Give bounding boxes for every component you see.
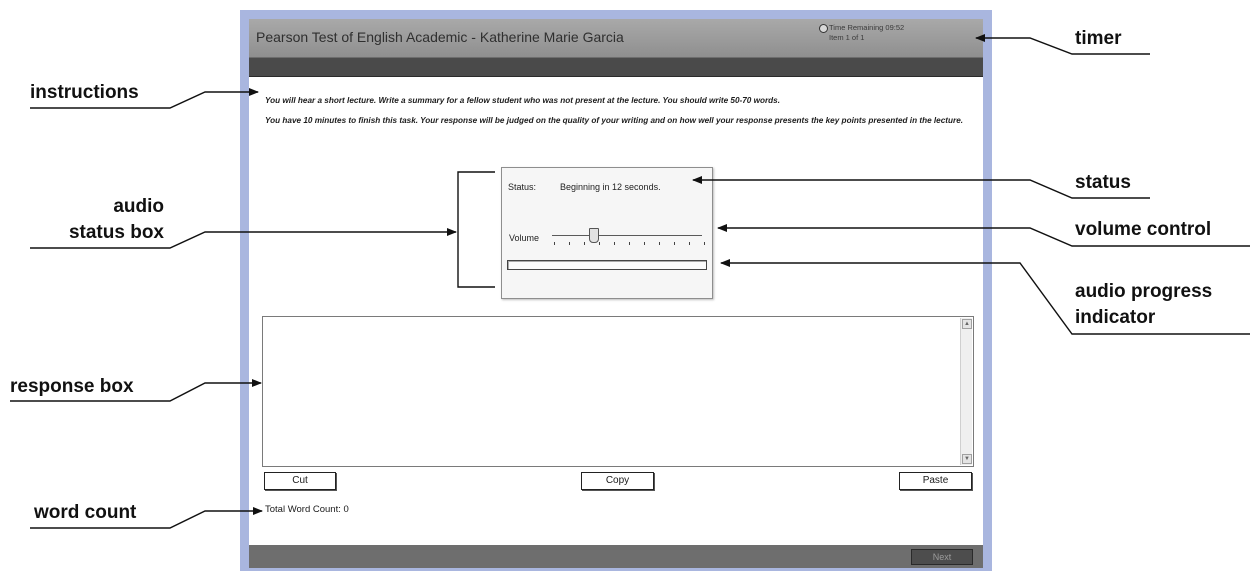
annotation-audio-progress-1: audio progress bbox=[1075, 281, 1213, 302]
annotation-word-count: word count bbox=[34, 502, 137, 523]
annotation-audio-status-box-2: status box bbox=[68, 222, 164, 243]
annotation-timer: timer bbox=[1075, 28, 1122, 49]
audio-status-bracket bbox=[457, 171, 495, 288]
annotation-status: status bbox=[1075, 172, 1131, 193]
annotation-volume-control: volume control bbox=[1075, 219, 1212, 240]
annotation-response-box: response box bbox=[10, 376, 134, 397]
timer-leader bbox=[975, 34, 1150, 55]
annotation-audio-status-box-1: audio bbox=[113, 196, 164, 217]
annotation-audio-progress-2: indicator bbox=[1075, 307, 1156, 328]
annotation-leaders bbox=[10, 34, 1250, 529]
annotation-instructions: instructions bbox=[30, 82, 139, 103]
